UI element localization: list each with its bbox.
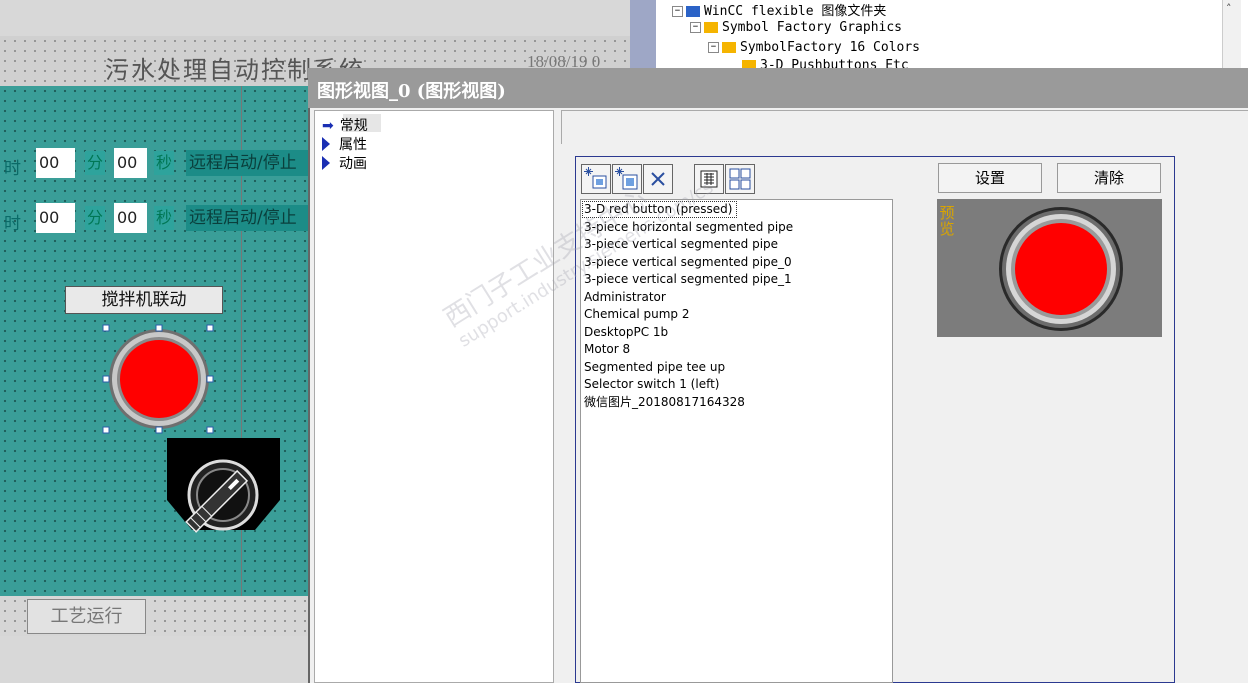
list-item[interactable]: 微信图片_20180817164328: [584, 394, 745, 411]
list-item[interactable]: Chemical pump 2: [584, 306, 689, 323]
tree-item-symbol-factory[interactable]: − Symbol Factory Graphics: [690, 20, 902, 35]
folder-icon: [704, 22, 718, 33]
hour-input[interactable]: 00: [36, 148, 75, 178]
scroll-up-icon[interactable]: ˄: [1226, 2, 1232, 15]
remote-start-stop-button[interactable]: 远程启动/停止: [186, 150, 308, 176]
list-item[interactable]: DesktopPC 1b: [584, 324, 668, 341]
timer-row-2: 时 00 分 00 秒 远程启动/停止: [0, 203, 308, 234]
nav-item-general[interactable]: ➡ 常规: [322, 115, 368, 135]
add-graphic-folder-button[interactable]: [612, 164, 642, 194]
list-item[interactable]: 3-D red button (pressed): [584, 201, 732, 218]
tree-item-label: Symbol Factory Graphics: [722, 20, 903, 35]
red-button-preview-icon: [999, 207, 1123, 331]
dialog-title: 图形视图_0 (图形视图): [317, 81, 506, 102]
folder-icon: [722, 42, 736, 53]
list-item[interactable]: 3-piece vertical segmented pipe: [584, 236, 778, 253]
delete-graphic-button[interactable]: [643, 164, 673, 194]
minute-input[interactable]: 00: [114, 148, 147, 178]
nav-item-properties[interactable]: 属性: [322, 134, 367, 154]
large-icons-view-icon: [729, 168, 751, 190]
selector-switch-icon[interactable]: [167, 438, 282, 550]
mixer-link-button[interactable]: 搅拌机联动: [65, 286, 223, 314]
list-item[interactable]: 3-piece vertical segmented pipe_0: [584, 254, 792, 271]
red-pushbutton-icon[interactable]: [100, 322, 220, 437]
expand-triangle-icon[interactable]: [322, 156, 330, 170]
minute-label: 分: [85, 206, 106, 230]
nav-item-label: 动画: [339, 156, 367, 172]
expand-triangle-icon[interactable]: [322, 137, 330, 151]
list-item[interactable]: Motor 8: [584, 341, 630, 358]
add-graphic-button[interactable]: [581, 164, 611, 194]
minute-label: 分: [85, 151, 106, 175]
minute-input[interactable]: 00: [114, 203, 147, 233]
second-label: 秒: [154, 151, 175, 175]
icon-view-button[interactable]: [725, 164, 755, 194]
nav-item-label: 属性: [339, 137, 367, 153]
nav-item-animations[interactable]: 动画: [322, 153, 367, 173]
collapse-icon[interactable]: −: [690, 22, 701, 33]
list-item[interactable]: Segmented pipe tee up: [584, 359, 725, 376]
remote-start-stop-button[interactable]: 远程启动/停止: [186, 205, 308, 231]
list-item[interactable]: 3-piece vertical segmented pipe_1: [584, 271, 792, 288]
hour-input[interactable]: 00: [36, 203, 75, 233]
preview-label: 预览: [939, 204, 955, 238]
timer-row-1: 时 00 分 00 秒 远程启动/停止: [0, 148, 308, 179]
tree-item-symbolfactory-16[interactable]: − SymbolFactory 16 Colors: [708, 40, 920, 55]
list-item[interactable]: Administrator: [584, 289, 666, 306]
list-view-button[interactable]: [694, 164, 724, 194]
properties-nav-pane: [314, 110, 554, 683]
list-item[interactable]: 3-piece horizontal segmented pipe: [584, 219, 793, 236]
close-icon: [651, 172, 665, 186]
nav-item-label: 常规: [339, 118, 368, 134]
add-image-icon: [584, 167, 607, 189]
hour-label: 时: [4, 214, 21, 234]
clear-button[interactable]: 清除: [1057, 163, 1161, 193]
list-item[interactable]: Selector switch 1 (left): [584, 376, 719, 393]
details-view-icon: [700, 170, 718, 188]
collapse-icon[interactable]: −: [708, 42, 719, 53]
tree-item-label: SymbolFactory 16 Colors: [740, 40, 921, 55]
tree-scrollbar[interactable]: ˄: [1222, 0, 1241, 70]
content-header-area: [561, 110, 1248, 144]
arrow-right-icon: ➡: [322, 118, 334, 134]
add-folder-icon: [615, 167, 638, 190]
tree-item-wincc-folder[interactable]: − WinCC flexible 图像文件夹: [672, 0, 886, 19]
process-run-button[interactable]: 工艺运行: [27, 599, 146, 634]
tree-item-label: WinCC flexible 图像文件夹: [704, 4, 887, 19]
collapse-icon[interactable]: −: [672, 6, 683, 17]
set-button[interactable]: 设置: [938, 163, 1042, 193]
second-label: 秒: [154, 206, 175, 230]
hour-label: 时: [4, 159, 21, 179]
image-folder-icon: [686, 6, 700, 17]
